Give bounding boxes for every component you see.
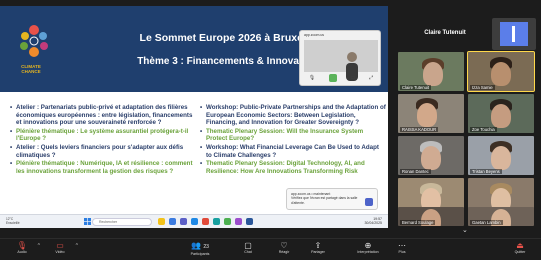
participant-name: Tristan Beyens [470, 169, 502, 174]
agenda-english: Workshop: Public-Private Partnerships an… [200, 104, 386, 176]
share-label: Partager [311, 250, 325, 254]
participant-tile[interactable]: Bernard Soulage [398, 207, 464, 226]
store-icon[interactable] [169, 218, 176, 225]
more-label: Plus [398, 250, 406, 254]
expand-icon[interactable]: ⤢ [369, 75, 373, 81]
mail-icon[interactable] [191, 218, 198, 225]
notification-toast[interactable]: app.zoom.us • maintenant Vérifiez que l'… [286, 188, 378, 210]
agenda-item: Workshop: Public-Private Partnerships an… [200, 104, 386, 127]
logo-text: CLIMATE CHANCE [21, 64, 41, 74]
share-screen-icon: ⇪ [314, 241, 322, 250]
file-explorer-icon[interactable] [158, 218, 165, 225]
agenda-french: Atelier : Partenariats public-privé et a… [10, 104, 196, 176]
agenda-item: Atelier : Quels leviers financiers pour … [10, 144, 196, 159]
zoom-icon [365, 198, 373, 206]
camera-icon[interactable]: ▭ [351, 75, 356, 81]
self-view-controls: 🎙 ▭ ⤢ [302, 72, 380, 83]
audio-button[interactable]: 🎙 Audio ^ [2, 241, 42, 254]
participant-tile[interactable]: Zoe Touchia [468, 94, 534, 133]
presenter-tile[interactable] [492, 18, 536, 50]
self-view-title: app.zoom.us [304, 33, 325, 37]
participant-tile[interactable]: Claire Tutenuit [398, 52, 464, 91]
participant-name: Izza Samie [470, 85, 495, 90]
taskbar-clock[interactable]: 19:57 30/04/2025 [364, 217, 382, 225]
taskbar-search[interactable]: Rechercher [92, 218, 152, 226]
participant-tile[interactable]: Tristan Beyens [468, 136, 534, 175]
participant-name: Bernard Soulage [400, 220, 436, 225]
more-icon: ⋯ [398, 241, 406, 250]
participant-tile[interactable]: Ronan Dantec [398, 136, 464, 175]
participant-gallery: Claire Tutenuit Claire Tutenuit Izza Sam… [396, 0, 541, 238]
participants-label: Participants [190, 252, 210, 256]
video-label: Vidéo [55, 250, 65, 254]
chrome-icon[interactable] [224, 218, 231, 225]
mic-muted-icon: 🎙 [16, 241, 28, 250]
participant-tile[interactable]: RAISSA KADOUR [398, 94, 464, 133]
app-icon[interactable] [235, 218, 242, 225]
edge-icon[interactable] [213, 218, 220, 225]
agenda-item: Workshop: What Financial Leverage Can Be… [200, 144, 386, 159]
chat-button[interactable]: ▢ Chat [228, 241, 268, 254]
chat-icon: ▢ [244, 241, 252, 250]
self-view-window[interactable]: app.zoom.us 🎙 ▭ ⤢ [299, 30, 381, 86]
participant-name: Ronan Dantec [400, 169, 431, 174]
avatar [500, 22, 528, 46]
participants-icon: 👥 23 [191, 241, 209, 250]
agenda-item: Plénière thématique : Le système assuran… [10, 128, 196, 143]
video-on-icon[interactable] [328, 73, 337, 82]
react-label: Réagir [278, 250, 290, 254]
participant-name: Claire Tutenuit [400, 85, 431, 90]
presenter-name: Claire Tutenuit [424, 30, 466, 36]
share-button[interactable]: ⇪ Partager [298, 241, 338, 254]
chevron-down-icon[interactable]: ⌄ [462, 226, 468, 234]
agenda-item: Atelier : Partenariats public-privé et a… [10, 104, 196, 127]
participant-name: Gaetan Lambin [470, 220, 503, 225]
windows-start-icon[interactable] [84, 218, 91, 225]
agenda-item: Thematic Plenary Session: Digital Techno… [200, 160, 386, 175]
mic-icon[interactable]: 🎙 [309, 75, 315, 81]
participant-tile[interactable]: Izza Samie [467, 51, 535, 92]
self-view-video [304, 40, 378, 81]
quit-label: Quitter [514, 250, 526, 254]
chat-label: Chat [244, 250, 252, 254]
participant-tile[interactable]: Gaetan Lambin [468, 207, 534, 226]
toast-message: Vérifiez que l'écran est partagé dans la… [291, 196, 358, 205]
participants-button[interactable]: 👥 23 Participants [180, 241, 220, 256]
word-icon[interactable] [246, 218, 253, 225]
video-off-icon: ▭ [56, 241, 64, 250]
quit-button[interactable]: ⏏ Quitter [500, 241, 540, 254]
shared-screen: CLIMATE CHANCE Le Sommet Europe 2026 à B… [0, 6, 388, 228]
video-button[interactable]: ▭ Vidéo ^ [40, 241, 80, 254]
agenda-item: Plénière thématique : Numérique, IA et r… [10, 160, 196, 175]
more-button[interactable]: ⋯ Plus [382, 241, 422, 254]
participant-name: RAISSA KADOUR [400, 127, 439, 132]
browser-icon[interactable] [202, 218, 209, 225]
agenda-item: Thematic Plenary Session: Will the Insur… [200, 128, 386, 143]
participant-name: Zoe Touchia [470, 127, 497, 132]
audio-label: Audio [17, 250, 27, 254]
leave-icon: ⏏ [516, 241, 524, 250]
teams-icon[interactable] [180, 218, 187, 225]
taskbar-apps [158, 218, 253, 225]
interpretation-label: Interprétation [357, 250, 379, 254]
meeting-toolbar: 🎙 Audio ^ ▭ Vidéo ^ 👥 23 Participants ▢ … [0, 238, 541, 260]
windows-taskbar: 12°C Ensoleillé Rechercher 19:57 30/04/2… [0, 214, 388, 228]
chevron-up-icon[interactable]: ^ [76, 243, 78, 249]
weather-widget[interactable]: 12°C Ensoleillé [6, 217, 20, 225]
